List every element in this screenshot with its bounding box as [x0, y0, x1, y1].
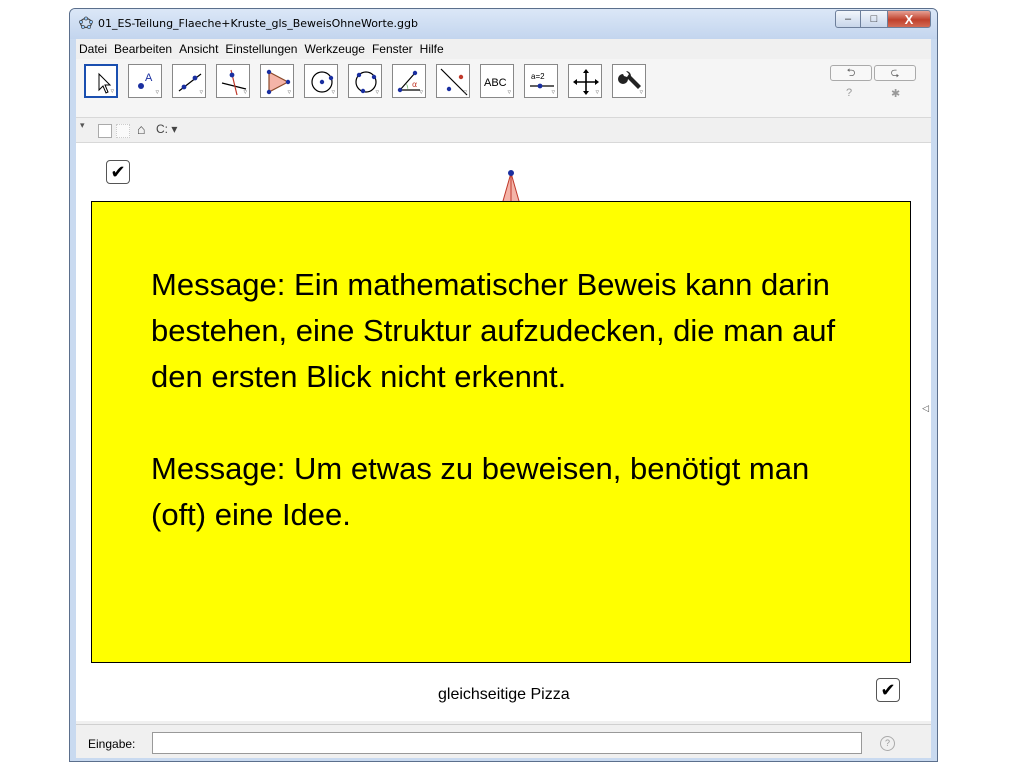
menu-hilfe[interactable]: Hilfe: [417, 42, 448, 56]
input-label: Eingabe:: [88, 737, 136, 751]
move-tool-button[interactable]: ▿: [84, 64, 118, 98]
triangle-apex-point[interactable]: [508, 170, 514, 176]
menu-datei[interactable]: Datei: [76, 42, 111, 56]
pizza-caption: gleichseitige Pizza: [438, 686, 570, 703]
tools-tool-button[interactable]: ▿: [612, 64, 646, 98]
help-icon[interactable]: ?: [846, 87, 852, 99]
menu-fenster[interactable]: Fenster: [369, 42, 417, 56]
menu-ansicht[interactable]: Ansicht: [176, 42, 222, 56]
point-capturing-dropdown[interactable]: C: ▾: [156, 122, 177, 136]
message-paragraph-2: Message: Um etwas zu beweisen, benötigt …: [151, 451, 810, 532]
graphics-style-bar: ▾ ⌂ C: ▾: [76, 118, 931, 143]
application-client: Datei Bearbeiten Ansicht Einstellungen W…: [76, 39, 931, 758]
geogebra-logo-icon: [79, 16, 93, 29]
checkbox-bottom[interactable]: ✔: [876, 678, 900, 702]
checkbox-top[interactable]: ✔: [106, 160, 130, 184]
undo-button[interactable]: ⮌: [830, 65, 872, 81]
collapse-panel-arrow-icon[interactable]: ◁: [922, 403, 929, 414]
settings-gear-icon[interactable]: ✱: [891, 87, 900, 100]
graphics-view[interactable]: ✔ Message: Ein mathematischer Beweis kan…: [76, 143, 931, 721]
menu-werkzeuge[interactable]: Werkzeuge: [301, 42, 368, 56]
slider-tool-button[interactable]: a=2 ▿: [524, 64, 558, 98]
home-view-icon[interactable]: ⌂: [137, 121, 145, 137]
text-tool-button[interactable]: ABC ▿: [480, 64, 514, 98]
message-paragraph-1: Message: Ein mathematischer Beweis kann …: [151, 267, 836, 394]
input-help-icon[interactable]: ?: [880, 736, 895, 751]
input-bar: Eingabe: ?: [76, 724, 931, 758]
circle-three-points-tool-button[interactable]: ▿: [348, 64, 382, 98]
stylebar-toggle-icon[interactable]: ▾: [80, 120, 85, 131]
message-textbox: Message: Ein mathematischer Beweis kann …: [91, 201, 911, 663]
move-arrow-icon: [98, 72, 112, 94]
svg-text:α: α: [412, 80, 417, 89]
menu-einstellungen[interactable]: Einstellungen: [222, 42, 301, 56]
circle-center-tool-button[interactable]: ▿: [304, 64, 338, 98]
input-field[interactable]: [152, 732, 862, 754]
menu-bearbeiten[interactable]: Bearbeiten: [111, 42, 176, 56]
point-tool-label: A: [145, 72, 153, 84]
grid-toggle-icon[interactable]: [116, 124, 130, 138]
redo-button[interactable]: ⮎: [874, 65, 916, 81]
menu-bar: Datei Bearbeiten Ansicht Einstellungen W…: [76, 39, 931, 58]
tool-bar: ▿ A ▿ ▿ ▿ ▿ ▿ ▿ α ▿ ▿ ABC ▿ a=2 ▿ ▿ ▿ ⮌ …: [76, 59, 931, 118]
slider-tool-label: a=2: [531, 72, 545, 81]
line-tool-button[interactable]: ▿: [172, 64, 206, 98]
close-button[interactable]: X: [887, 10, 931, 28]
text-tool-label: ABC: [484, 77, 507, 89]
message-text: Message: Ein mathematischer Beweis kann …: [151, 262, 871, 538]
move-view-tool-button[interactable]: ▿: [568, 64, 602, 98]
reflect-tool-button[interactable]: ▿: [436, 64, 470, 98]
perpendicular-line-tool-button[interactable]: ▿: [216, 64, 250, 98]
point-tool-button[interactable]: A ▿: [128, 64, 162, 98]
window-title: 01_ES-Teilung_Flaeche+Kruste_gls_BeweisO…: [98, 17, 418, 30]
angle-tool-button[interactable]: α ▿: [392, 64, 426, 98]
maximize-button[interactable]: □: [861, 10, 887, 28]
axes-toggle-icon[interactable]: [98, 124, 112, 138]
minimize-button[interactable]: –: [835, 10, 861, 28]
polygon-tool-button[interactable]: ▿: [260, 64, 294, 98]
title-bar[interactable]: 01_ES-Teilung_Flaeche+Kruste_gls_BeweisO…: [70, 9, 937, 39]
geogebra-window: 01_ES-Teilung_Flaeche+Kruste_gls_BeweisO…: [69, 8, 938, 762]
